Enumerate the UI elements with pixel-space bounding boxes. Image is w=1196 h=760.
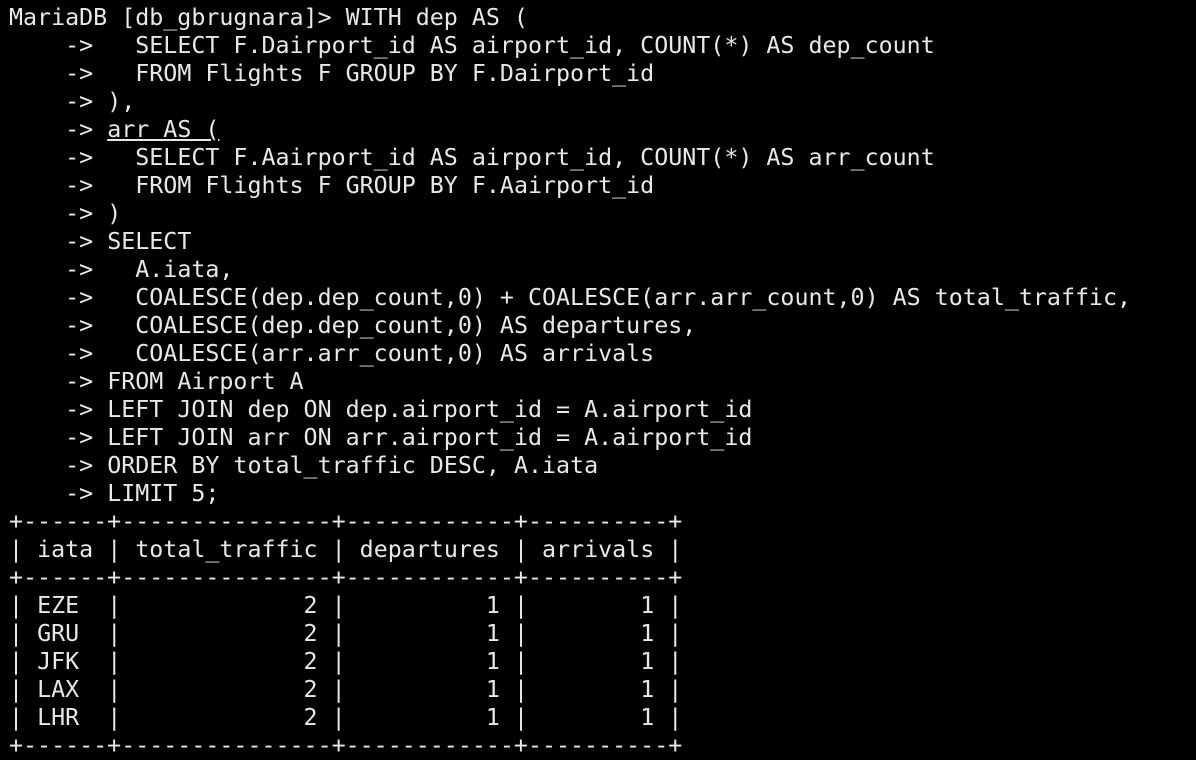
query-text: A.iata, [107,256,234,283]
column-header: arrivals [542,536,655,563]
continuation-prompt: -> [9,340,108,367]
prompt: MariaDB [db_gbrugnara]> [9,4,346,31]
continuation-prompt: -> [9,424,108,451]
query-line: -> COALESCE(arr.arr_count,0) AS arrivals [9,340,1196,368]
continuation-prompt: -> [9,284,108,311]
column-header: departures [359,536,500,563]
query-text: FROM Airport A [107,368,304,395]
query-text: LIMIT 5; [107,480,220,507]
table-border: +------+---------------+------------+---… [9,508,683,535]
query-line: -> SELECT F.Aairport_id AS airport_id, C… [9,144,1196,172]
table-row: | JFK | 2 | 1 | 1 | [9,648,683,675]
terminal-window[interactable]: MariaDB [db_gbrugnara]> WITH dep AS ( ->… [0,0,1196,760]
table-row: | GRU | 2 | 1 | 1 | [9,620,683,647]
continuation-prompt: -> [9,200,108,227]
continuation-prompt: -> [9,312,108,339]
query-line: -> FROM Flights F GROUP BY F.Aairport_id [9,172,1196,200]
query-line: MariaDB [db_gbrugnara]> WITH dep AS ( [9,4,1196,32]
query-text: LEFT JOIN arr ON arr.airport_id = A.airp… [107,424,753,451]
continuation-prompt: -> [9,480,108,507]
continuation-prompt: -> [9,144,108,171]
result-table: +------+---------------+------------+---… [9,508,1196,760]
query-line: -> LEFT JOIN arr ON arr.airport_id = A.a… [9,424,1196,452]
table-cell: JFK [37,648,94,675]
query-line: -> A.iata, [9,256,1196,284]
query-line: -> FROM Airport A [9,368,1196,396]
continuation-prompt: -> [9,228,108,255]
query-line: -> ) [9,200,1196,228]
query-text: SELECT [107,228,192,255]
table-cell: 2 [135,620,318,647]
query-text: FROM Flights F GROUP BY F.Aairport_id [107,172,655,199]
table-header-row: | iata | total_traffic | departures | ar… [9,536,683,563]
query-text: SELECT F.Dairport_id AS airport_id, COUN… [107,32,935,59]
query-text: SELECT F.Aairport_id AS airport_id, COUN… [107,144,935,171]
table-cell: 2 [135,676,318,703]
column-header: total_traffic [135,536,318,563]
table-cell: 1 [359,704,500,731]
query-line: -> LIMIT 5; [9,480,1196,508]
query-line: -> SELECT F.Dairport_id AS airport_id, C… [9,32,1196,60]
query-text: COALESCE(dep.dep_count,0) + COALESCE(arr… [107,284,1132,311]
query-line: -> COALESCE(dep.dep_count,0) AS departur… [9,312,1196,340]
query-line: -> ORDER BY total_traffic DESC, A.iata [9,452,1196,480]
query-text: ORDER BY total_traffic DESC, A.iata [107,452,599,479]
query-line: -> arr AS ( [9,116,1196,144]
table-row: | LAX | 2 | 1 | 1 | [9,676,683,703]
table-cell: 2 [135,704,318,731]
continuation-prompt: -> [9,256,108,283]
table-cell: 2 [135,592,318,619]
continuation-prompt: -> [9,32,108,59]
query-text: WITH dep AS ( [345,4,528,31]
query-line: -> LEFT JOIN dep ON dep.airport_id = A.a… [9,396,1196,424]
query-text: ), [107,88,136,115]
continuation-prompt: -> [9,396,108,423]
table-cell: 1 [359,592,500,619]
continuation-prompt: -> [9,88,108,115]
table-cell: 1 [542,620,655,647]
table-cell: LHR [37,704,94,731]
table-cell: 1 [542,592,655,619]
table-cell: 1 [542,704,655,731]
table-cell: 1 [542,648,655,675]
query-line: -> COALESCE(dep.dep_count,0) + COALESCE(… [9,284,1196,312]
continuation-prompt: -> [9,452,108,479]
column-header: iata [37,536,94,563]
query-text: ) [107,200,122,227]
table-cell: LAX [37,676,94,703]
continuation-prompt: -> [9,60,108,87]
table-cell: 1 [359,620,500,647]
table-border: +------+---------------+------------+---… [9,732,683,759]
query-text: COALESCE(dep.dep_count,0) AS departures, [107,312,697,339]
query-text-underlined: arr AS ( [107,116,220,143]
table-row: | EZE | 2 | 1 | 1 | [9,592,683,619]
query-line: -> ), [9,88,1196,116]
query-text: LEFT JOIN dep ON dep.airport_id = A.airp… [107,396,753,423]
continuation-prompt: -> [9,368,108,395]
table-cell: 1 [359,676,500,703]
table-border: +------+---------------+------------+---… [9,564,683,591]
table-cell: 1 [359,648,500,675]
table-cell: 2 [135,648,318,675]
table-cell: EZE [37,592,94,619]
continuation-prompt: -> [9,172,108,199]
continuation-prompt: -> [9,116,108,143]
table-cell: 1 [542,676,655,703]
table-row: | LHR | 2 | 1 | 1 | [9,704,683,731]
query-line: -> SELECT [9,228,1196,256]
table-cell: GRU [37,620,94,647]
query-line: -> FROM Flights F GROUP BY F.Dairport_id [9,60,1196,88]
query-text: FROM Flights F GROUP BY F.Dairport_id [107,60,655,87]
query-text: COALESCE(arr.arr_count,0) AS arrivals [107,340,655,367]
